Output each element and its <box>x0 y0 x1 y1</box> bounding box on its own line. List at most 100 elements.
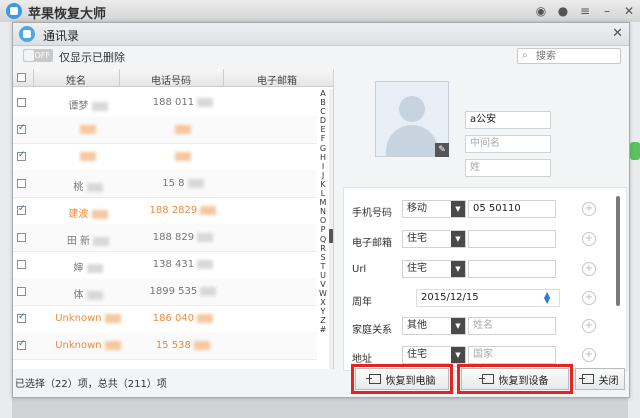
alphabet-index-letter[interactable]: B <box>317 98 329 107</box>
alphabet-index-letter[interactable]: Z <box>317 316 329 325</box>
select-all-checkbox[interactable] <box>17 73 26 82</box>
last-name-field[interactable]: 姓 <box>465 159 551 177</box>
alphabet-index-letter[interactable]: M <box>317 198 329 207</box>
url-label: Url <box>352 264 367 275</box>
alphabet-index-letter[interactable]: S <box>317 253 329 262</box>
relation-type-select[interactable]: 其他 ▼ <box>402 317 466 335</box>
add-url-icon[interactable]: + <box>582 262 596 276</box>
close-label: 关闭 <box>598 375 619 387</box>
table-row[interactable]: 体 1899 535 <box>13 278 317 306</box>
email-type-select[interactable]: 住宅 ▼ <box>402 230 466 248</box>
add-address-icon[interactable]: + <box>582 348 596 362</box>
alphabet-index: A B C D E F G H I J K L M N O P Q R S T U V W X Y Z # <box>317 89 329 335</box>
table-row[interactable]: 田 新 188 829 <box>13 224 317 252</box>
relation-name-field[interactable]: 姓名 <box>468 317 556 335</box>
table-row[interactable] <box>13 116 317 144</box>
row-checkbox[interactable] <box>17 287 26 296</box>
alphabet-index-letter[interactable]: E <box>317 125 329 134</box>
alphabet-index-letter[interactable]: P <box>317 225 329 234</box>
url-type-select[interactable]: 住宅 ▼ <box>402 260 466 278</box>
row-checkbox[interactable] <box>17 339 26 350</box>
alphabet-index-letter[interactable]: F <box>317 134 329 143</box>
alphabet-index-letter[interactable]: W <box>317 289 329 298</box>
pencil-icon[interactable]: ✎ <box>435 143 449 157</box>
phone-number-field[interactable]: 05 50110 <box>468 200 556 218</box>
name-text: 谭梦 <box>68 101 89 112</box>
chevron-down-icon: ▼ <box>451 347 465 363</box>
alphabet-index-letter[interactable]: T <box>317 262 329 271</box>
side-tab[interactable] <box>630 142 640 160</box>
menu-icon[interactable]: ≡ <box>578 4 592 18</box>
alphabet-index-letter[interactable]: D <box>317 116 329 125</box>
scrollbar-thumb[interactable] <box>329 229 333 243</box>
alphabet-index-letter[interactable]: V <box>317 280 329 289</box>
alphabet-index-letter[interactable]: # <box>317 325 329 334</box>
search-box[interactable]: ⌕ <box>517 48 621 64</box>
alphabet-index-letter[interactable]: J <box>317 171 329 180</box>
alphabet-index-letter[interactable]: N <box>317 207 329 216</box>
search-input[interactable] <box>536 50 616 62</box>
first-name-field[interactable]: a公安 <box>465 111 551 129</box>
alphabet-index-letter[interactable]: X <box>317 298 329 307</box>
column-header-name[interactable]: 姓名 <box>33 72 119 87</box>
show-deleted-toggle[interactable]: OFF <box>23 49 53 62</box>
alphabet-index-letter[interactable]: I <box>317 162 329 171</box>
row-checkbox[interactable] <box>17 260 26 269</box>
column-header-phone[interactable]: 电话号码 <box>119 72 223 87</box>
table-row[interactable]: 婶 138 431 <box>13 251 317 279</box>
date-spinner-icon[interactable]: ▲ ▼ <box>544 291 550 305</box>
address-country-field[interactable]: 国家 <box>468 346 556 364</box>
alphabet-index-letter[interactable]: O <box>317 216 329 225</box>
alphabet-index-letter[interactable]: H <box>317 153 329 162</box>
alphabet-index-letter[interactable]: L <box>317 189 329 198</box>
close-icon[interactable]: ✕ <box>622 4 636 18</box>
dialog-title: 通讯录 <box>43 29 80 43</box>
alphabet-index-letter[interactable]: U <box>317 271 329 280</box>
row-checkbox[interactable] <box>17 150 26 161</box>
table-row[interactable]: Unknown 186 040 <box>13 305 317 333</box>
alphabet-index-letter[interactable]: C <box>317 107 329 116</box>
minimize-icon[interactable]: – <box>600 4 614 18</box>
alphabet-index-letter[interactable]: Y <box>317 307 329 316</box>
phone-type-select[interactable]: 移动 ▼ <box>402 200 466 218</box>
app-window-controls: ◉ ● ≡ – ✕ <box>534 4 636 18</box>
add-email-icon[interactable]: + <box>582 232 596 246</box>
email-field[interactable] <box>468 230 556 248</box>
table-row[interactable]: 建波 188 2829 <box>13 197 317 225</box>
address-label: 地址 <box>352 354 372 365</box>
row-checkbox[interactable] <box>17 179 26 188</box>
table-row[interactable]: 桃 15 8 <box>13 170 317 198</box>
row-checkbox[interactable] <box>17 98 26 107</box>
alphabet-index-letter[interactable]: R <box>317 244 329 253</box>
alphabet-index-letter[interactable]: A <box>317 89 329 98</box>
dialog-close-icon[interactable]: ✕ <box>612 26 623 41</box>
url-field[interactable] <box>468 260 556 278</box>
alphabet-index-letter[interactable]: G <box>317 144 329 153</box>
alphabet-index-letter[interactable]: Q <box>317 235 329 244</box>
row-checkbox[interactable] <box>17 312 26 323</box>
show-deleted-label: 仅显示已删除 <box>59 51 125 64</box>
table-scrollbar[interactable] <box>329 89 333 369</box>
anniversary-date-field[interactable]: 2015/12/15 <box>416 289 560 307</box>
redaction-blur <box>197 259 214 269</box>
detail-scrollbar[interactable] <box>616 196 620 306</box>
table-row[interactable] <box>13 143 317 171</box>
middle-name-field[interactable]: 中间名 <box>465 135 551 153</box>
add-relation-icon[interactable]: + <box>582 319 596 333</box>
column-header-email[interactable]: 电子邮箱 <box>223 72 331 87</box>
add-phone-icon[interactable]: + <box>582 202 596 216</box>
chevron-down-icon: ▼ <box>451 261 465 277</box>
table-row[interactable]: 谭梦 188 011 <box>13 89 317 117</box>
row-checkbox[interactable] <box>17 123 26 134</box>
redaction-blur <box>175 124 191 134</box>
address-type-select[interactable]: 住宅 ▼ <box>402 346 466 364</box>
alphabet-index-letter[interactable]: K <box>317 180 329 189</box>
weibo-icon[interactable]: ◉ <box>534 4 548 18</box>
add-anniversary-icon[interactable]: + <box>582 291 596 305</box>
row-checkbox[interactable] <box>17 233 26 242</box>
close-button[interactable]: 关闭 <box>575 368 625 390</box>
row-checkbox[interactable] <box>17 204 26 215</box>
row-name: Unknown <box>45 313 131 324</box>
table-row[interactable]: Unknown 15 538 <box>13 332 317 360</box>
chat-icon[interactable]: ● <box>556 4 570 18</box>
